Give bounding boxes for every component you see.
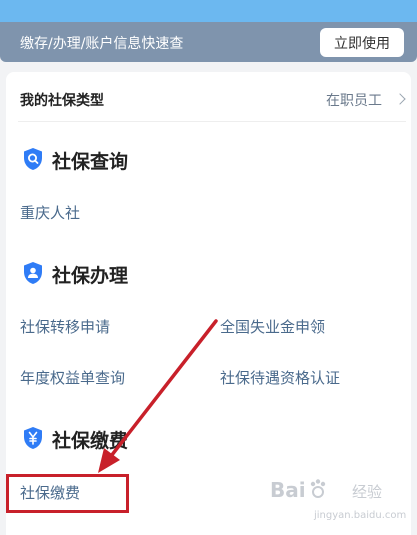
section-title-handle: 社保办理 bbox=[52, 265, 129, 287]
insurance-type-label: 我的社保类型 bbox=[20, 93, 104, 109]
link-eligibility-certification[interactable]: 社保待遇资格认证 bbox=[220, 367, 340, 388]
banner-top bbox=[0, 0, 417, 22]
use-now-button[interactable]: 立即使用 bbox=[320, 28, 404, 57]
page: 缴存/办理/账户信息快速查 立即使用 我的社保类型 在职员工 社保查询 重庆人社… bbox=[0, 0, 417, 535]
paw-icon bbox=[310, 479, 326, 498]
watermark-brand: Bai bbox=[270, 478, 306, 502]
section-title-query: 社保查询 bbox=[52, 151, 129, 173]
yuan-shield-icon bbox=[24, 427, 42, 449]
banner-text: 缴存/办理/账户信息快速查 bbox=[20, 36, 184, 52]
search-shield-icon bbox=[24, 148, 42, 170]
person-shield-icon bbox=[24, 262, 42, 284]
divider bbox=[18, 121, 406, 122]
annotation-highlight-box bbox=[6, 474, 129, 513]
section-title-payment: 社保缴费 bbox=[52, 430, 129, 452]
content-card bbox=[6, 72, 411, 535]
baidu-jingyan-watermark: Bai 经验 jingyan.baidu.com bbox=[270, 478, 407, 526]
link-chongqing-hrss[interactable]: 重庆人社 bbox=[20, 202, 80, 223]
insurance-type-value: 在职员工 bbox=[326, 93, 382, 109]
chevron-right-icon bbox=[394, 93, 406, 105]
link-unemployment-benefit[interactable]: 全国失业金申领 bbox=[220, 316, 325, 337]
insurance-type-row[interactable]: 我的社保类型 在职员工 bbox=[20, 90, 410, 112]
link-annual-statement[interactable]: 年度权益单查询 bbox=[20, 367, 125, 388]
watermark-url: jingyan.baidu.com bbox=[314, 510, 407, 521]
watermark-jingyan: 经验 bbox=[352, 483, 383, 501]
link-transfer-application[interactable]: 社保转移申请 bbox=[20, 316, 110, 337]
